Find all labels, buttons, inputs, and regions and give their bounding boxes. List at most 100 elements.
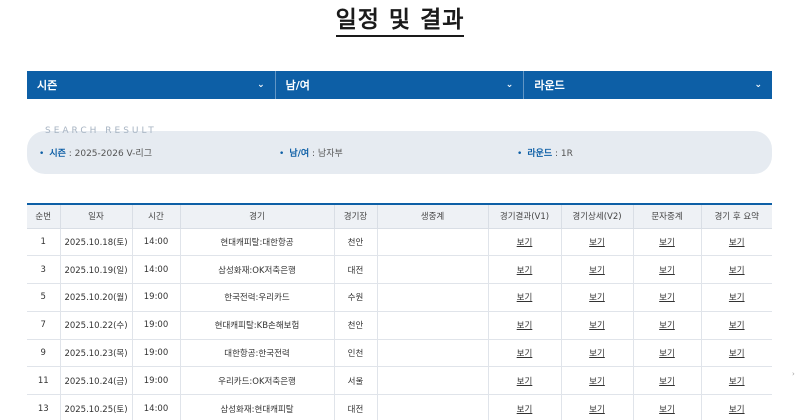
table-row: 7 2025.10.22(수) 19:00 현대캐피탈:KB손해보험 천안 보기 보기 보기 보… [27,311,772,340]
result-v1-link-cell: 보기 [488,255,562,285]
post-game-summary-link[interactable]: 보기 [729,238,745,248]
row-number: 7 [27,311,61,340]
detail-v2-link-cell: 보기 [561,366,634,396]
detail-v2-link-cell: 보기 [561,394,634,420]
row-live-broadcast [377,394,489,420]
row-date: 2025.10.20(월) [60,283,133,312]
detail-v2-link[interactable]: 보기 [589,405,605,415]
page-title: 일정 및 결과 [335,6,465,37]
column-header: 경기 후 요약 [701,203,772,229]
text-broadcast-link[interactable]: 보기 [659,405,675,415]
column-header: 경기 [180,203,335,229]
filter-gender-label: 남/여 [285,79,310,92]
bullet-icon: • [279,149,285,159]
row-time: 19:00 [132,366,181,396]
text-broadcast-link[interactable]: 보기 [659,321,675,331]
detail-v2-link-cell: 보기 [561,311,634,340]
filter-gender-dropdown[interactable]: 남/여 ⌄ [274,71,524,99]
search-result-value: : 남자부 [309,149,343,159]
scroll-arrow-icon[interactable]: › [792,370,798,378]
detail-v2-link-cell: 보기 [561,283,634,312]
result-v1-link[interactable]: 보기 [517,266,533,276]
post-game-summary-link-cell: 보기 [701,311,772,340]
detail-v2-link-cell: 보기 [561,339,634,368]
detail-v2-link[interactable]: 보기 [589,377,605,387]
text-broadcast-link[interactable]: 보기 [659,238,675,248]
row-venue: 천안 [334,311,378,340]
post-game-summary-link-cell: 보기 [701,339,772,368]
text-broadcast-link[interactable]: 보기 [659,349,675,359]
row-date: 2025.10.19(일) [60,255,133,285]
column-header: 순번 [27,203,61,229]
text-broadcast-link-cell: 보기 [633,394,702,420]
row-match: 삼성화재:현대캐피탈 [180,394,335,420]
post-game-summary-link[interactable]: 보기 [729,405,745,415]
text-broadcast-link[interactable]: 보기 [659,293,675,303]
row-number: 1 [27,228,61,257]
text-broadcast-link-cell: 보기 [633,283,702,312]
column-header: 시간 [132,203,181,229]
search-result-key: 라운드 [527,149,553,159]
text-broadcast-link[interactable]: 보기 [659,377,675,387]
table-row: 1 2025.10.18(토) 14:00 현대캐피탈:대한항공 천안 보기 보기 보기 보기 [27,228,772,257]
row-time: 14:00 [132,394,181,420]
filter-season-dropdown[interactable]: 시즌 ⌄ [27,71,275,99]
search-result-heading: SEARCH RESULT [45,126,157,136]
detail-v2-link[interactable]: 보기 [589,266,605,276]
post-game-summary-link-cell: 보기 [701,228,772,257]
column-header: 경기상세(V2) [561,203,634,229]
result-v1-link[interactable]: 보기 [517,293,533,303]
row-venue: 인천 [334,339,378,368]
row-time: 14:00 [132,228,181,257]
result-v1-link[interactable]: 보기 [517,405,533,415]
row-time: 19:00 [132,339,181,368]
row-date: 2025.10.25(토) [60,394,133,420]
search-result-round: • 라운드 : 1R [517,146,573,159]
table-header-row: 순번 일자 시간 경기 경기장 생중계 경기결과(V1) 경기상세(V2) 문자… [27,203,772,229]
row-number: 11 [27,366,61,396]
post-game-summary-link[interactable]: 보기 [729,266,745,276]
chevron-down-icon: ⌄ [257,80,265,90]
row-time: 19:00 [132,283,181,312]
row-live-broadcast [377,339,489,368]
result-v1-link-cell: 보기 [488,228,562,257]
schedule-table: 순번 일자 시간 경기 경기장 생중계 경기결과(V1) 경기상세(V2) 문자… [27,203,772,420]
row-number: 3 [27,255,61,285]
detail-v2-link[interactable]: 보기 [589,238,605,248]
text-broadcast-link[interactable]: 보기 [659,266,675,276]
row-match: 현대캐피탈:대한항공 [180,228,335,257]
row-venue: 서울 [334,366,378,396]
table-row: 3 2025.10.19(일) 14:00 삼성화재:OK저축은행 대전 보기 보기 보기 보기 [27,255,772,285]
row-date: 2025.10.22(수) [60,311,133,340]
row-match: 대한항공:한국전력 [180,339,335,368]
table-row: 5 2025.10.20(월) 19:00 한국전력:우리카드 수원 보기 보기 보기 보기 [27,283,772,312]
result-v1-link[interactable]: 보기 [517,349,533,359]
filter-bar: 시즌 ⌄ 남/여 ⌄ 라운드 ⌄ [27,71,772,99]
result-v1-link[interactable]: 보기 [517,321,533,331]
detail-v2-link[interactable]: 보기 [589,349,605,359]
search-result-key: 시즌 [49,149,66,159]
result-v1-link-cell: 보기 [488,366,562,396]
result-v1-link[interactable]: 보기 [517,238,533,248]
filter-round-label: 라운드 [534,79,565,92]
row-number: 5 [27,283,61,312]
post-game-summary-link[interactable]: 보기 [729,349,745,359]
bullet-icon: • [39,149,45,159]
row-date: 2025.10.24(금) [60,366,133,396]
detail-v2-link[interactable]: 보기 [589,321,605,331]
row-venue: 대전 [334,394,378,420]
chevron-down-icon: ⌄ [505,80,514,90]
post-game-summary-link[interactable]: 보기 [729,293,745,303]
post-game-summary-link[interactable]: 보기 [729,321,745,331]
filter-round-dropdown[interactable]: 라운드 ⌄ [523,71,772,99]
search-result-panel: • 시즌 : 2025-2026 V-리그 • 남/여 : 남자부 • 라운드 : 1… [27,131,772,174]
row-match: 우리카드:OK저축은행 [180,366,335,396]
post-game-summary-link[interactable]: 보기 [729,377,745,387]
detail-v2-link[interactable]: 보기 [589,293,605,303]
post-game-summary-link-cell: 보기 [701,283,772,312]
row-date: 2025.10.18(토) [60,228,133,257]
result-v1-link[interactable]: 보기 [517,377,533,387]
text-broadcast-link-cell: 보기 [633,255,702,285]
detail-v2-link-cell: 보기 [561,255,634,285]
page-title-wrap: 일정 및 결과 [0,6,800,37]
